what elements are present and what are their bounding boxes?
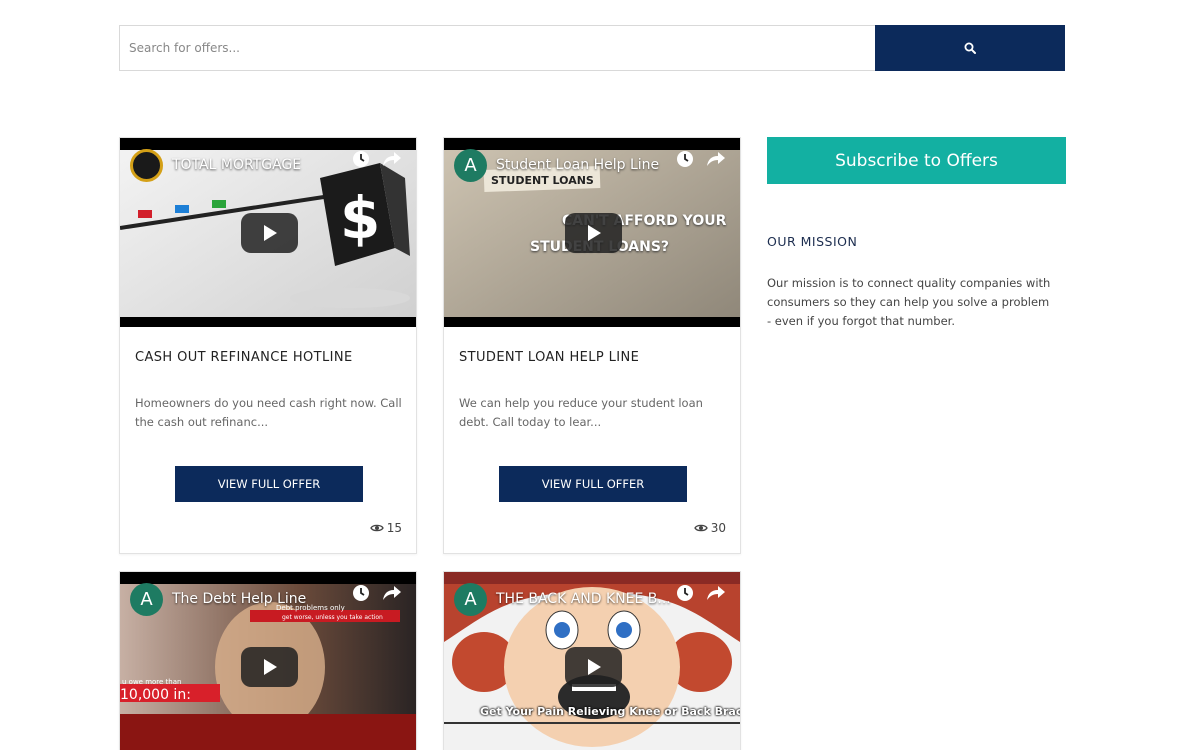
channel-avatar[interactable]: A (454, 149, 487, 182)
eye-icon (369, 524, 384, 532)
play-button[interactable] (565, 647, 622, 687)
offer-card: Get Your Pain Relieving Knee or Back Bra… (443, 571, 741, 750)
channel-avatar[interactable]: A (454, 583, 487, 616)
video-letterbox-top (120, 572, 416, 584)
watch-later-icon[interactable] (352, 584, 370, 602)
view-count: 30 (693, 521, 726, 535)
play-icon (587, 225, 601, 241)
share-icon[interactable] (706, 584, 726, 602)
video-art-caption: get worse, unless you take action (282, 614, 383, 621)
video-thumbnail[interactable]: STUDENT LOANS CAN'T AFFORD YOUR STUDENT … (444, 138, 740, 327)
video-art-caption: 10,000 in: (120, 687, 191, 703)
video-title[interactable]: THE BACK AND KNEE B... (496, 591, 671, 607)
video-thumbnail[interactable]: $ TOTAL MORTGAGE (120, 138, 416, 327)
subscribe-button[interactable]: Subscribe to Offers (767, 137, 1066, 184)
video-title[interactable]: The Debt Help Line (172, 591, 306, 607)
video-thumbnail[interactable]: Get Your Pain Relieving Knee or Back Bra… (444, 572, 740, 750)
play-icon (263, 225, 277, 241)
search-icon (964, 42, 976, 54)
view-count-value: 30 (710, 521, 726, 535)
mission-heading: OUR MISSION (767, 234, 858, 249)
watch-later-icon[interactable] (676, 584, 694, 602)
video-title[interactable]: TOTAL MORTGAGE (172, 157, 301, 173)
video-art-caption: u owe more than (122, 678, 182, 686)
video-art-label: STUDENT LOANS (491, 174, 594, 187)
play-icon (263, 659, 277, 675)
view-full-offer-button[interactable]: VIEW FULL OFFER (175, 466, 363, 502)
offer-title[interactable]: CASH OUT REFINANCE HOTLINE (135, 350, 353, 365)
video-thumbnail[interactable]: Debt problems only get worse, unless you… (120, 572, 416, 750)
video-title[interactable]: Student Loan Help Line (496, 157, 659, 173)
offer-description: Homeowners do you need cash right now. C… (135, 396, 402, 429)
mission-text: Our mission is to connect quality compan… (767, 276, 1051, 328)
channel-avatar[interactable]: A (130, 583, 163, 616)
watch-later-icon[interactable] (676, 150, 694, 168)
share-icon[interactable] (706, 150, 726, 168)
video-art-caption: Get Your Pain Relieving Knee or Back Bra… (480, 705, 740, 718)
play-icon (587, 659, 601, 675)
video-letterbox-bottom (444, 317, 740, 327)
view-count: 15 (369, 521, 402, 535)
play-button[interactable] (565, 213, 622, 253)
video-letterbox-top (120, 138, 416, 150)
search-bar (119, 25, 1065, 71)
search-input[interactable] (119, 25, 875, 71)
svg-text:$: $ (340, 184, 380, 252)
watch-later-icon[interactable] (352, 150, 370, 168)
search-button[interactable] (875, 25, 1065, 71)
offer-title[interactable]: STUDENT LOAN HELP LINE (459, 350, 639, 365)
view-full-offer-button[interactable]: VIEW FULL OFFER (499, 466, 687, 502)
eye-icon (693, 524, 708, 532)
share-icon[interactable] (382, 584, 402, 602)
play-button[interactable] (241, 647, 298, 687)
offer-card: $ TOTAL MORTGAGE CASH OUT REFINANCE HOTL… (119, 137, 417, 554)
video-letterbox-top (444, 138, 740, 150)
play-button[interactable] (241, 213, 298, 253)
offer-description: We can help you reduce your student loan… (459, 396, 703, 429)
offer-card: STUDENT LOANS CAN'T AFFORD YOUR STUDENT … (443, 137, 741, 554)
channel-logo[interactable] (130, 149, 163, 182)
share-icon[interactable] (382, 150, 402, 168)
video-letterbox-bottom (120, 317, 416, 327)
view-count-value: 15 (386, 521, 402, 535)
offer-card: Debt problems only get worse, unless you… (119, 571, 417, 750)
